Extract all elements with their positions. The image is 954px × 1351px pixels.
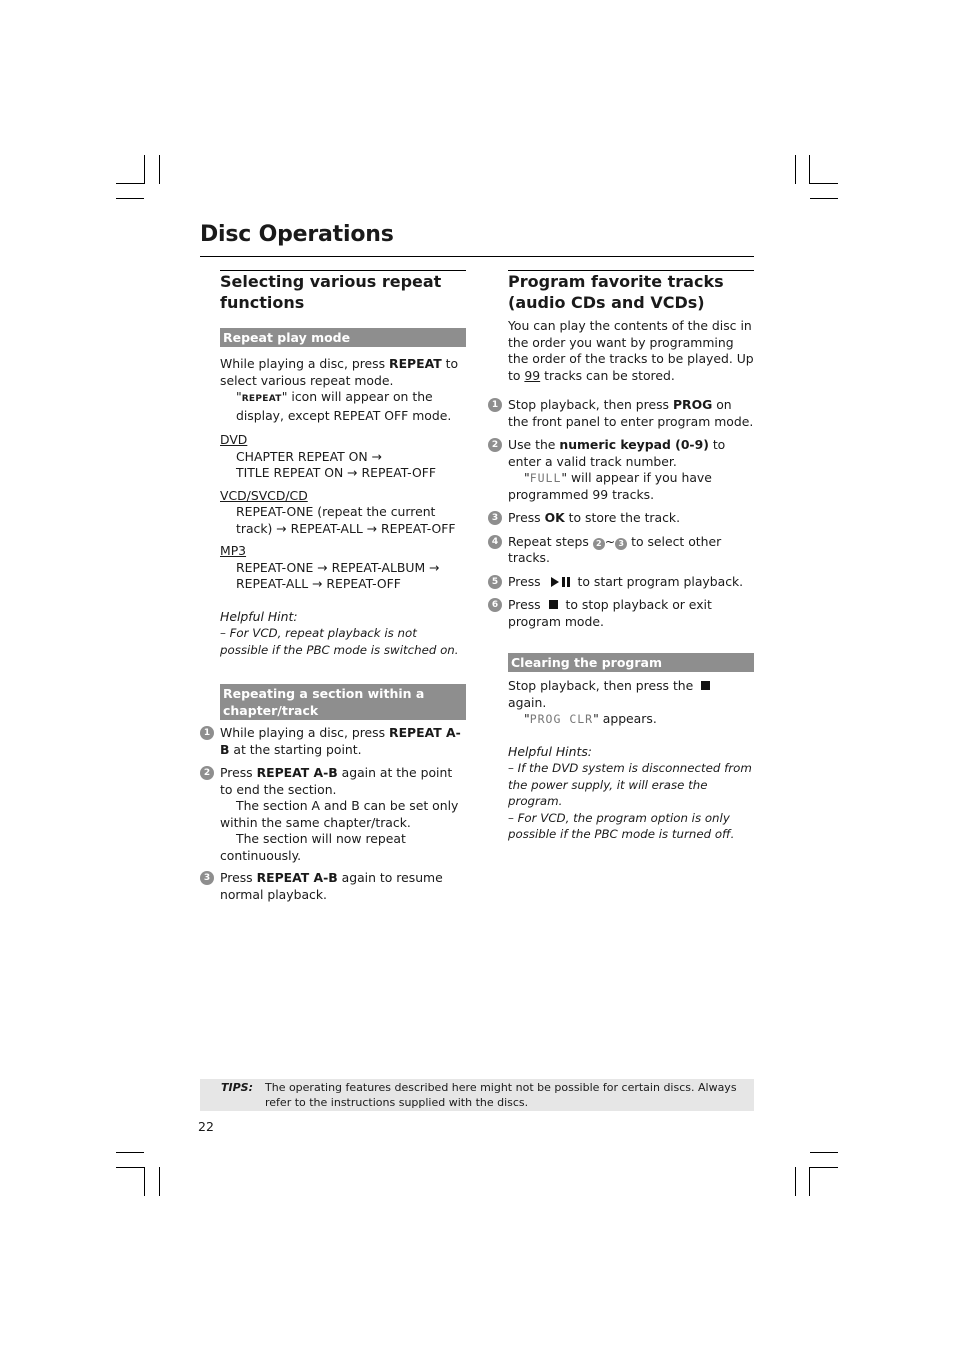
step-item: 3 Press REPEAT A-B again to resume norma… bbox=[200, 870, 466, 903]
page-number: 22 bbox=[198, 1119, 214, 1134]
hint-text: – For VCD, the program option is only po… bbox=[508, 810, 735, 842]
mode-line: CHAPTER REPEAT ON → bbox=[236, 448, 382, 464]
page-title: Disc Operations bbox=[200, 222, 394, 247]
mode-label: VCD/SVCD/CD bbox=[220, 487, 308, 503]
clearing-note: "PROG CLR" appears. bbox=[524, 711, 657, 726]
play-pause-icon bbox=[545, 574, 574, 589]
stop-square-icon bbox=[548, 600, 558, 609]
tips-box: TIPS: The operating features described h… bbox=[200, 1079, 754, 1111]
right-column: Program favorite tracks (audio CDs and V… bbox=[488, 270, 754, 843]
clearing-text: Stop playback, then press the again. bbox=[508, 678, 754, 711]
text: Press bbox=[220, 765, 257, 780]
circled-number-icon: 2 bbox=[592, 537, 605, 550]
repeat-display-icon: REPEAT bbox=[241, 394, 282, 404]
circled-number-icon: 3 bbox=[200, 871, 214, 885]
circled-number-icon: 1 bbox=[200, 726, 214, 740]
text: tracks can be stored. bbox=[540, 367, 675, 383]
subsection-bar-repeat-play-mode: Repeat play mode bbox=[220, 328, 466, 347]
key-label: REPEAT A-B bbox=[256, 870, 338, 885]
step-item: 2 Press REPEAT A-B again at the point to… bbox=[200, 765, 466, 864]
tips-label: TIPS: bbox=[221, 1081, 253, 1094]
text: appears. bbox=[598, 711, 657, 726]
step-item: 1 While playing a disc, press REPEAT A-B… bbox=[200, 725, 466, 758]
mode-mp3: MP3 REPEAT-ONE → REPEAT-ALBUM → REPEAT-A… bbox=[220, 543, 466, 593]
text: Press bbox=[220, 870, 257, 885]
circled-number-icon: 6 bbox=[488, 598, 502, 612]
mode-line: TITLE REPEAT ON → REPEAT-OFF bbox=[236, 465, 437, 480]
step-note: "FULL" will appear if you have programme… bbox=[508, 470, 712, 502]
text: ~ bbox=[604, 533, 616, 549]
circled-number-icon: 5 bbox=[488, 574, 502, 589]
key-label: REPEAT A-B bbox=[256, 765, 338, 780]
key-label: numeric keypad (0-9) bbox=[559, 437, 709, 452]
text: Press bbox=[508, 573, 545, 589]
circled-number-icon: 4 bbox=[488, 534, 502, 549]
key-label: OK bbox=[544, 510, 565, 525]
circled-number-icon: 2 bbox=[200, 766, 214, 780]
text: Stop playback, then press the bbox=[508, 678, 698, 693]
stop-square-icon bbox=[701, 681, 711, 690]
step-note: The section A and B can be set only with… bbox=[220, 798, 459, 830]
step-note: The section will now repeat continuously… bbox=[220, 831, 406, 863]
section-heading-program: Program favorite tracks (audio CDs and V… bbox=[508, 270, 754, 313]
mode-dvd: DVD CHAPTER REPEAT ON → TITLE REPEAT ON … bbox=[220, 432, 466, 482]
subsection-bar-repeat-section: Repeating a section within a chapter/tra… bbox=[220, 684, 466, 720]
hint-text: – For VCD, repeat playback is not possib… bbox=[220, 626, 459, 657]
circled-number-icon: 1 bbox=[488, 398, 502, 412]
text: to start program playback. bbox=[573, 573, 744, 589]
mode-line: REPEAT-ONE → REPEAT-ALBUM → REPEAT-ALL →… bbox=[236, 559, 440, 592]
text: While playing a disc, press bbox=[220, 356, 390, 371]
mode-label: DVD bbox=[220, 432, 248, 447]
text: Repeat steps bbox=[508, 533, 593, 549]
hints-title: Helpful Hints: bbox=[508, 743, 592, 759]
mode-label: MP3 bbox=[220, 543, 247, 558]
step-item: 2 Use the numeric keypad (0-9) to enter … bbox=[488, 437, 754, 503]
repeat-intro: While playing a disc, press REPEAT to se… bbox=[220, 356, 466, 389]
step-item: 1 Stop playback, then press PROG on the … bbox=[488, 397, 754, 430]
step-item: 3 Press OK to store the track. bbox=[488, 510, 754, 527]
step-item: 5 Press to start program playback. bbox=[488, 573, 754, 591]
circled-number-icon: 3 bbox=[615, 537, 628, 550]
circled-number-icon: 3 bbox=[488, 511, 502, 525]
text: again. bbox=[508, 694, 547, 710]
lcd-full-text: FULL bbox=[529, 471, 562, 485]
hint-text: – If the DVD system is disconnected from… bbox=[508, 761, 752, 808]
mode-line: REPEAT-ONE (repeat the current track) → … bbox=[236, 504, 456, 536]
text: Use the bbox=[508, 437, 560, 452]
text: at the starting point. bbox=[229, 741, 362, 757]
circled-number-icon: 2 bbox=[488, 438, 502, 452]
text: Stop playback, then press bbox=[508, 397, 673, 412]
lcd-prog-clr-text: PROG CLR bbox=[529, 712, 594, 726]
tips-text: The operating features described here mi… bbox=[265, 1081, 737, 1109]
step-item: 6 Press to stop playback or exit program… bbox=[488, 597, 754, 630]
text: Press bbox=[508, 597, 545, 612]
key-label: REPEAT bbox=[389, 356, 442, 371]
title-divider bbox=[200, 256, 754, 257]
section-heading-repeat: Selecting various repeat functions bbox=[220, 270, 466, 313]
mode-vcd: VCD/SVCD/CD REPEAT-ONE (repeat the curre… bbox=[220, 488, 466, 538]
text: to store the track. bbox=[564, 510, 681, 525]
key-label: PROG bbox=[672, 397, 713, 412]
subsection-bar-clearing: Clearing the program bbox=[508, 653, 754, 672]
hint-title: Helpful Hint: bbox=[220, 608, 298, 624]
max-tracks: 99 bbox=[524, 367, 541, 383]
text: Press bbox=[508, 510, 545, 525]
repeat-icon-note: "REPEAT" icon will appear on the display… bbox=[220, 389, 466, 424]
left-column: Selecting various repeat functions Repea… bbox=[200, 270, 466, 903]
step-item: 4 Repeat steps 2 ~3 to select other track… bbox=[488, 533, 754, 567]
text: While playing a disc, press bbox=[220, 725, 390, 740]
program-intro: You can play the contents of the disc in… bbox=[508, 318, 754, 384]
